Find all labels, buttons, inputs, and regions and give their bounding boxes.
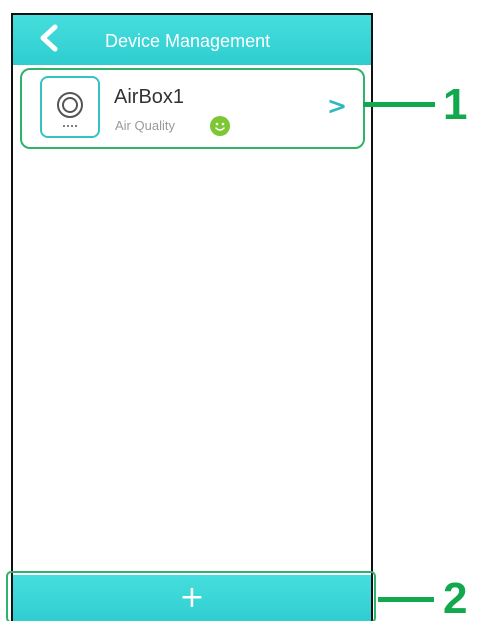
smiley-icon bbox=[210, 116, 230, 136]
device-list-item[interactable]: AirBox1 Air Quality > bbox=[20, 68, 365, 149]
callout-2-line bbox=[378, 597, 434, 602]
airbox-device-icon bbox=[40, 76, 100, 138]
callout-1-number: 1 bbox=[443, 80, 468, 129]
plus-icon: + bbox=[179, 580, 205, 615]
phone-screen: Device Management AirBox1 Air Quality > … bbox=[11, 13, 373, 621]
add-device-button[interactable]: + bbox=[13, 575, 371, 621]
app-header: Device Management bbox=[13, 15, 371, 65]
page: Device Management AirBox1 Air Quality > … bbox=[0, 0, 478, 621]
callout-2-number: 2 bbox=[443, 574, 468, 621]
airbox-sensor-icon bbox=[57, 92, 83, 127]
air-quality-label: Air Quality bbox=[115, 118, 175, 133]
back-chevron-icon[interactable] bbox=[35, 23, 63, 53]
chevron-right-icon: > bbox=[327, 92, 348, 120]
page-title: Device Management bbox=[105, 31, 271, 51]
callout-1-line bbox=[363, 102, 435, 107]
device-name: AirBox1 bbox=[114, 86, 185, 108]
